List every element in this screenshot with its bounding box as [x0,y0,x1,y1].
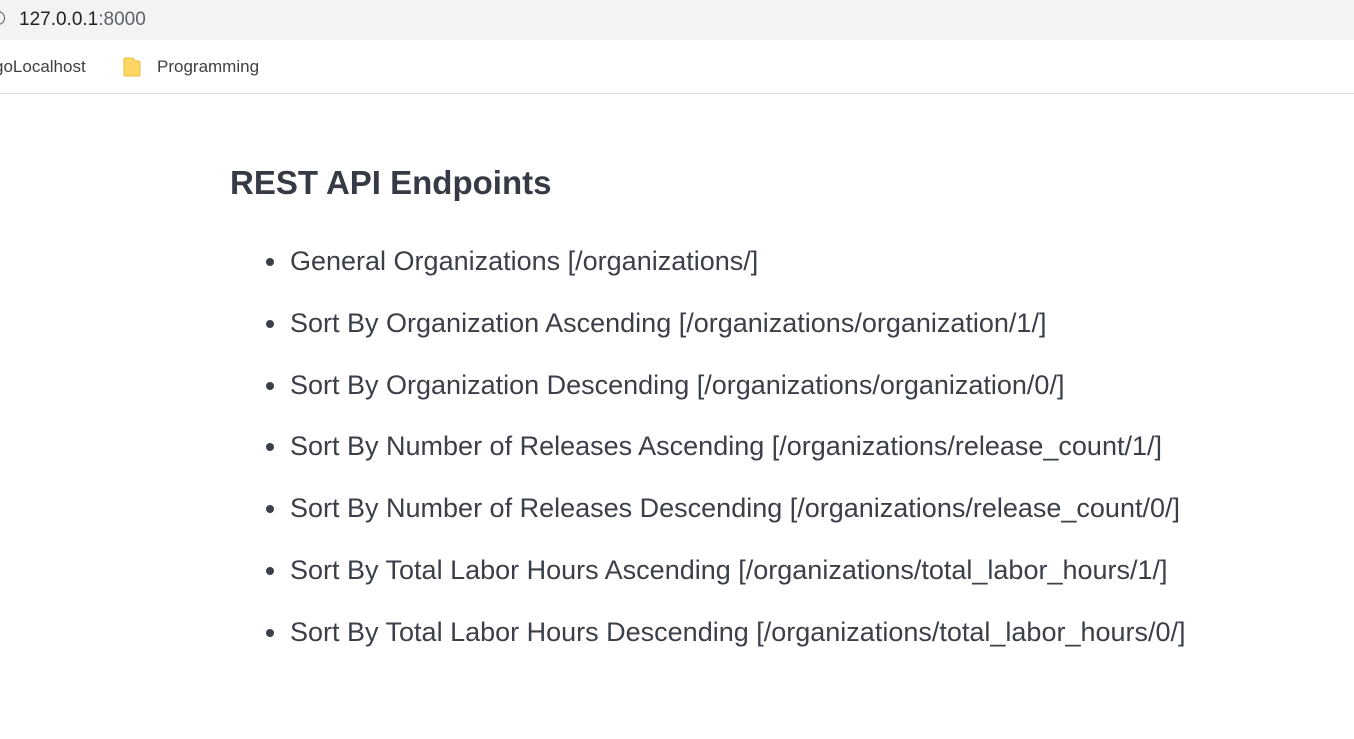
endpoint-item-organization-asc: Sort By Organization Ascending [/organiz… [230,306,1186,368]
endpoint-link[interactable]: Sort By Organization Ascending [/organiz… [290,308,1046,338]
page-title: REST API Endpoints [230,164,552,201]
folder-icon [123,57,141,77]
endpoint-link[interactable]: Sort By Total Labor Hours Ascending [/or… [290,555,1168,585]
endpoint-item-general-organizations: General Organizations [/organizations/] [230,244,1186,306]
bookmark-label: Programming [157,57,260,76]
bookmark-golocalhost[interactable]: goLocalhost [0,55,86,79]
endpoint-link[interactable]: Sort By Total Labor Hours Descending [/o… [290,617,1186,647]
url-host: 127.0.0.1 [19,9,99,30]
endpoint-item-release-count-desc: Sort By Number of Releases Descending [/… [230,491,1186,553]
bookmark-label: goLocalhost [0,57,86,76]
endpoint-item-labor-hours-asc: Sort By Total Labor Hours Ascending [/or… [230,553,1186,615]
url-port: :8000 [98,9,146,30]
endpoint-link[interactable]: Sort By Number of Releases Descending [/… [290,493,1180,523]
bullet [266,381,274,390]
bullet [266,505,274,514]
endpoint-link[interactable]: Sort By Organization Descending [/organi… [290,370,1064,400]
bullet [266,628,274,637]
endpoint-list: General Organizations [/organizations/] … [230,244,1186,677]
bullet [266,443,274,452]
endpoint-link[interactable]: Sort By Number of Releases Ascending [/o… [290,431,1162,461]
site-info-icon[interactable] [0,11,5,25]
url-text[interactable]: 127.0.0.1:8000 [19,8,146,32]
endpoint-item-release-count-asc: Sort By Number of Releases Ascending [/o… [230,429,1186,491]
bullet [266,319,274,328]
page-content: REST API Endpoints General Organizations… [230,160,1186,647]
bullet [266,258,274,266]
endpoint-item-organization-desc: Sort By Organization Descending [/organi… [230,368,1186,430]
bookmarks-bar: goLocalhost Programming [0,40,1354,94]
endpoint-item-labor-hours-desc: Sort By Total Labor Hours Descending [/o… [230,615,1186,677]
address-bar[interactable]: 127.0.0.1:8000 [0,0,1354,40]
bullet [266,566,274,575]
endpoint-link[interactable]: General Organizations [/organizations/] [290,246,758,276]
